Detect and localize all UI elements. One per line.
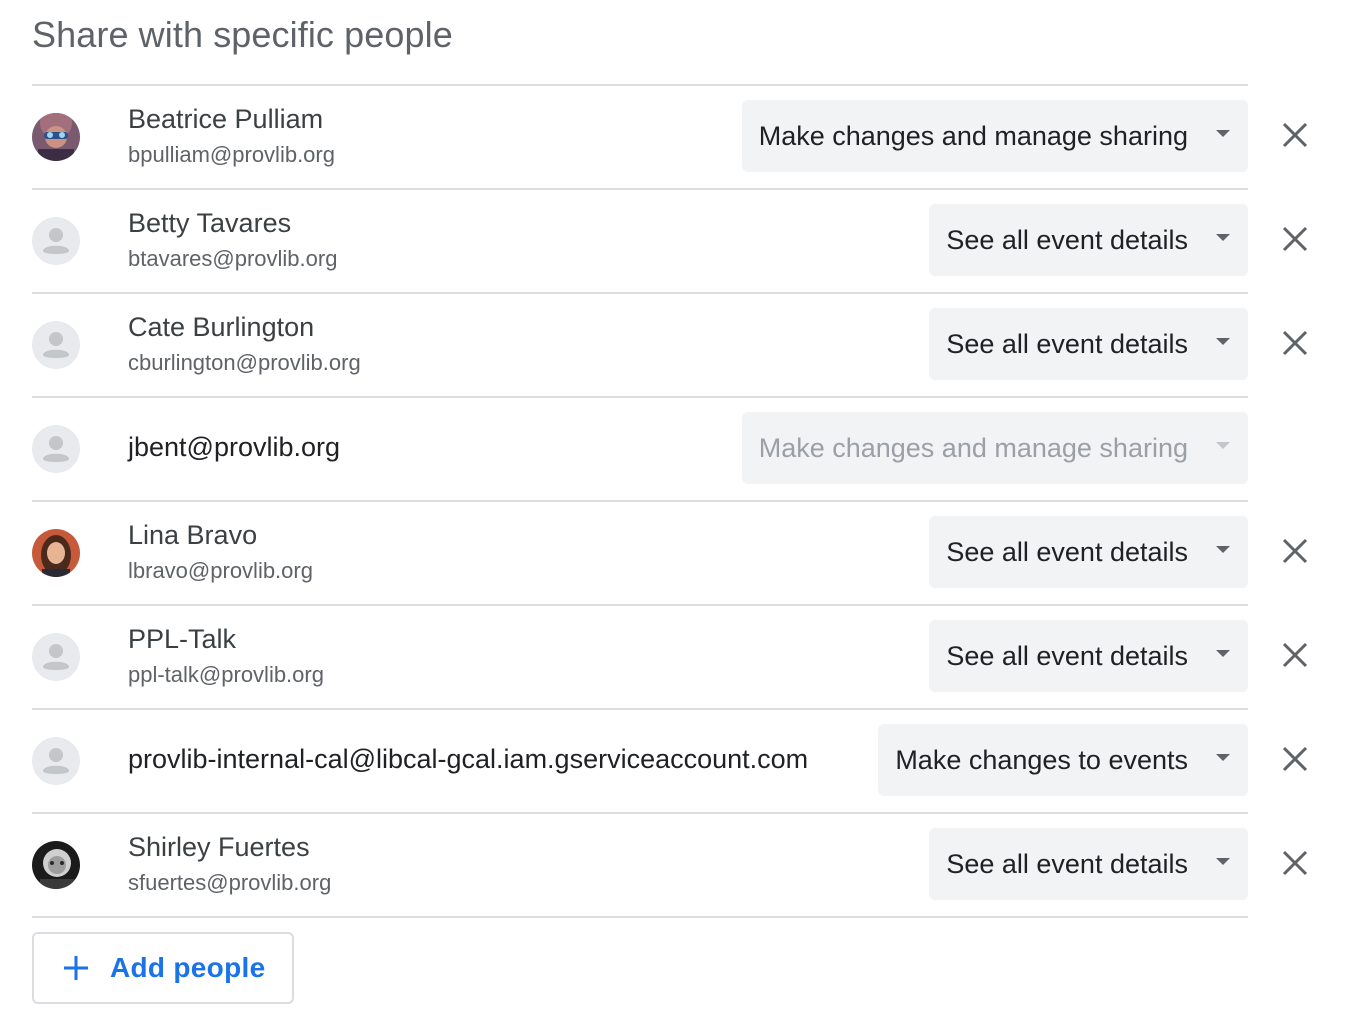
person-email: provlib-internal-cal@libcal-gcal.iam.gse… <box>128 744 809 774</box>
default-person-icon <box>32 737 80 785</box>
default-person-icon <box>32 425 80 473</box>
close-icon <box>1282 122 1308 153</box>
permission-label: Make changes and manage sharing <box>758 432 1188 463</box>
chevron-down-icon <box>1216 546 1230 553</box>
people-list: Beatrice Pulliam bpulliam@provlib.org Make… <box>32 84 1308 918</box>
close-icon <box>1282 746 1308 777</box>
person-row: jbent@provlib.org Make changes and manage… <box>32 398 1248 502</box>
chevron-down-icon <box>1216 338 1230 345</box>
chevron-down-icon <box>1216 858 1230 865</box>
chevron-down-icon <box>1216 650 1230 657</box>
person-name: Shirley Fuertes <box>128 832 310 862</box>
person-row: provlib-internal-cal@libcal-gcal.iam.gse… <box>32 710 1308 814</box>
default-person-icon <box>32 217 80 265</box>
chevron-down-icon <box>1216 442 1230 449</box>
permission-dropdown[interactable]: See all event details <box>929 516 1248 588</box>
remove-button-ppl-talk[interactable] <box>1278 640 1312 674</box>
person-name: Cate Burlington <box>128 312 315 342</box>
person-name: Lina Bravo <box>128 520 258 550</box>
remove-button-provlib-internal-cal[interactable] <box>1278 744 1312 778</box>
person-row: Shirley Fuertes sfuertes@provlib.org See a… <box>32 814 1308 918</box>
plus-icon <box>64 956 88 980</box>
permission-label: Make changes to events <box>895 744 1188 775</box>
chevron-down-icon <box>1216 130 1230 137</box>
person-row: Cate Burlington cburlington@provlib.org Se… <box>32 294 1308 398</box>
avatar <box>32 841 80 889</box>
chevron-down-icon <box>1216 754 1230 761</box>
person-name: Beatrice Pulliam <box>128 104 324 134</box>
avatar <box>32 529 80 577</box>
person-email: lbravo@provlib.org <box>128 558 313 583</box>
remove-button-cate-burlington[interactable] <box>1278 328 1312 362</box>
person-row: Betty Tavares btavares@provlib.org See all… <box>32 190 1308 294</box>
person-name: Betty Tavares <box>128 208 292 238</box>
permission-dropdown[interactable]: Make changes to events <box>878 724 1248 796</box>
permission-label: See all event details <box>946 328 1188 359</box>
remove-button-lina-bravo[interactable] <box>1278 536 1312 570</box>
permission-label: See all event details <box>946 848 1188 879</box>
chevron-down-icon <box>1216 234 1230 241</box>
close-icon <box>1282 642 1308 673</box>
avatar <box>32 113 80 161</box>
permission-dropdown[interactable]: See all event details <box>929 620 1248 692</box>
permission-dropdown[interactable]: See all event details <box>929 308 1248 380</box>
permission-dropdown[interactable]: See all event details <box>929 204 1248 276</box>
person-name: PPL-Talk <box>128 624 237 654</box>
person-row: Beatrice Pulliam bpulliam@provlib.org Make… <box>32 86 1308 190</box>
close-icon <box>1282 330 1308 361</box>
default-person-icon <box>32 321 80 369</box>
default-person-icon <box>32 633 80 681</box>
person-email: sfuertes@provlib.org <box>128 870 332 895</box>
add-people-label: Add people <box>110 952 266 983</box>
permission-label: See all event details <box>946 640 1188 671</box>
remove-button-beatrice-pulliam[interactable] <box>1278 120 1312 154</box>
person-row: PPL-Talk ppl-talk@provlib.org See all even… <box>32 606 1308 710</box>
close-icon <box>1282 226 1308 257</box>
person-email: btavares@provlib.org <box>128 246 338 271</box>
remove-button-betty-tavares[interactable] <box>1278 224 1312 258</box>
permission-dropdown: Make changes and manage sharing <box>741 412 1248 484</box>
remove-button-shirley-fuertes[interactable] <box>1278 848 1312 882</box>
close-icon <box>1282 538 1308 569</box>
add-people-button[interactable]: Add people <box>32 932 294 1004</box>
person-email: cburlington@provlib.org <box>128 350 361 375</box>
permission-dropdown[interactable]: Make changes and manage sharing <box>741 100 1248 172</box>
permission-label: See all event details <box>946 536 1188 567</box>
close-icon <box>1282 850 1308 881</box>
permission-label: See all event details <box>946 224 1188 255</box>
permission-label: Make changes and manage sharing <box>758 120 1188 151</box>
person-email: ppl-talk@provlib.org <box>128 662 324 687</box>
person-row: Lina Bravo lbravo@provlib.org See all even… <box>32 502 1308 606</box>
section-title: Share with specific people <box>32 14 453 55</box>
person-email: jbent@provlib.org <box>128 432 341 462</box>
person-email: bpulliam@provlib.org <box>128 142 335 167</box>
permission-dropdown[interactable]: See all event details <box>929 828 1248 900</box>
